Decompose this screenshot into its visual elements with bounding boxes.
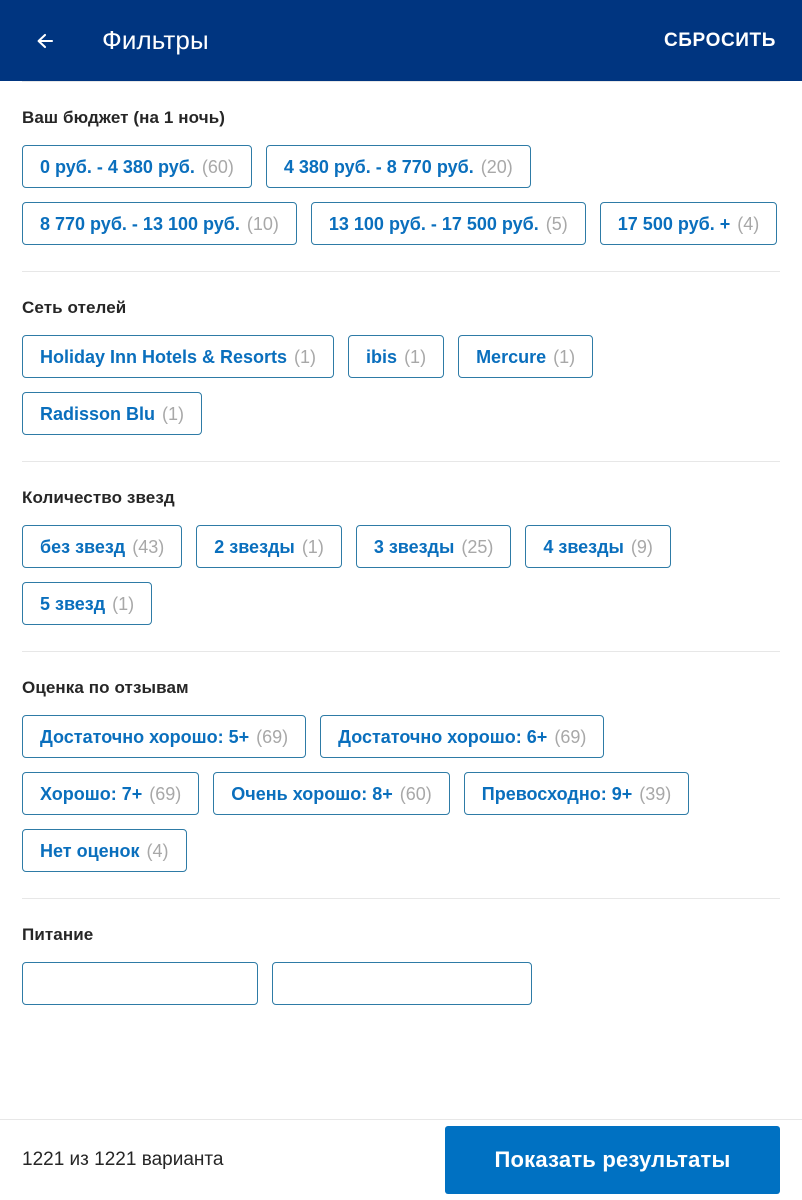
chip-count: (10) (246, 213, 279, 234)
chip-count: (1) (112, 593, 135, 614)
filter-chip[interactable]: 0 руб. - 4 380 руб. (60) (22, 145, 252, 188)
filter-section-budget: Ваш бюджет (на 1 ночь) 0 руб. - 4 380 руб… (0, 82, 802, 271)
show-results-button[interactable]: Показать результаты (445, 1126, 780, 1194)
filter-chip[interactable]: Превосходно: 9+ (39) (463, 772, 690, 815)
filter-section-stars: Количество звезд без звезд (43) 2 звезды (1)… (0, 462, 802, 651)
filter-chip[interactable]: Holiday Inn Hotels & Resorts (1) (22, 335, 335, 378)
filter-chip[interactable]: Хорошо: 7+ (69) (22, 772, 200, 815)
chip-label: Holiday Inn Hotels & Resorts (40, 346, 288, 367)
filter-chip[interactable]: 8 770 руб. - 13 100 руб. (10) (22, 202, 297, 245)
filter-chip[interactable]: 13 100 руб. - 17 500 руб. (5) (310, 202, 586, 245)
arrow-left-icon (32, 26, 62, 56)
chip-label: ibis (366, 346, 398, 367)
chip-count: (69) (554, 726, 587, 747)
chip-count: (43) (132, 536, 165, 557)
filter-sections: Ваш бюджет (на 1 ночь) 0 руб. - 4 380 руб… (0, 81, 802, 1005)
chip-count: (1) (553, 346, 576, 367)
chip-count: (1) (294, 346, 317, 367)
chip-label: Mercure (476, 346, 547, 367)
back-button[interactable] (26, 20, 68, 62)
filter-chip[interactable]: Нет оценок (4) (22, 829, 187, 872)
chip-count: (5) (545, 213, 568, 234)
chip-label: 4 звезды (543, 536, 624, 557)
section-title-meals: Питание (22, 925, 94, 944)
chip-group-meals (22, 962, 780, 1005)
section-title-stars: Количество звезд (22, 488, 175, 507)
chip-count: (60) (201, 156, 234, 177)
chip-count: (9) (630, 536, 653, 557)
chip-label: Radisson Blu (40, 403, 156, 424)
filter-chip[interactable]: 4 380 руб. - 8 770 руб. (20) (265, 145, 531, 188)
chip-group-budget: 0 руб. - 4 380 руб. (60) 4 380 руб. - 8 77… (22, 145, 780, 271)
filter-chip[interactable] (272, 962, 532, 1005)
chip-count: (4) (146, 840, 169, 861)
filter-section-review-score: Оценка по отзывам Достаточно хорошо: 5+ (6… (0, 652, 802, 898)
filter-chip[interactable]: без звезд (43) (22, 525, 183, 568)
chip-label: 8 770 руб. - 13 100 руб. (40, 213, 240, 234)
chip-count: (69) (149, 783, 182, 804)
filter-chip[interactable]: Mercure (1) (458, 335, 594, 378)
filter-chip[interactable]: 3 звезды (25) (355, 525, 512, 568)
filter-chip[interactable]: ibis (1) (348, 335, 445, 378)
bottom-action-bar: 1221 из 1221 варианта Показать результат… (0, 1119, 802, 1200)
app-header: Фильтры СБРОСИТЬ (0, 0, 802, 81)
section-title-review-score: Оценка по отзывам (22, 678, 189, 697)
chip-label: Нет оценок (40, 840, 140, 861)
chip-label: Превосходно: 9+ (481, 783, 633, 804)
chip-count: (1) (301, 536, 324, 557)
chip-group-hotel-chain: Holiday Inn Hotels & Resorts (1) ibis (1) Me… (22, 335, 780, 461)
chip-count: (60) (399, 783, 432, 804)
chip-count: (1) (404, 346, 427, 367)
chip-group-review-score: Достаточно хорошо: 5+ (69) Достаточно хоро… (22, 715, 780, 898)
chip-count: (25) (461, 536, 494, 557)
chip-count: (20) (480, 156, 513, 177)
chip-group-stars: без звезд (43) 2 звезды (1) 3 звезды (25) 4 зв… (22, 525, 780, 651)
chip-label: 3 звезды (373, 536, 455, 557)
chip-label: 2 звезды (214, 536, 295, 557)
filters-scroll-area[interactable]: Ваш бюджет (на 1 ночь) 0 руб. - 4 380 руб… (0, 81, 802, 1119)
filter-chip[interactable]: Очень хорошо: 8+ (60) (213, 772, 450, 815)
chip-label: Хорошо: 7+ (40, 783, 143, 804)
chip-label: Достаточно хорошо: 5+ (40, 726, 250, 747)
filter-chip[interactable]: 2 звезды (1) (196, 525, 342, 568)
reset-button[interactable]: СБРОСИТЬ (660, 22, 780, 60)
filter-chip[interactable]: Достаточно хорошо: 6+ (69) (320, 715, 605, 758)
filter-chip[interactable]: 17 500 руб. + (4) (599, 202, 778, 245)
filter-chip[interactable]: Radisson Blu (1) (22, 392, 203, 435)
filter-chip[interactable]: 5 звезд (1) (22, 582, 153, 625)
chip-count: (69) (256, 726, 289, 747)
filter-chip[interactable]: Достаточно хорошо: 5+ (69) (22, 715, 307, 758)
chip-count: (4) (737, 213, 760, 234)
filter-section-meals: Питание (0, 899, 802, 1005)
chip-count: (1) (162, 403, 185, 424)
chip-count: (39) (639, 783, 672, 804)
chip-label: 4 380 руб. - 8 770 руб. (283, 156, 474, 177)
filter-chip[interactable] (22, 962, 258, 1005)
filter-section-hotel-chain: Сеть отелей Holiday Inn Hotels & Resorts (… (0, 272, 802, 461)
results-count: 1221 из 1221 варианта (22, 1149, 224, 1170)
filter-chip[interactable]: 4 звезды (9) (525, 525, 671, 568)
chip-label: 17 500 руб. + (617, 213, 731, 234)
chip-label: 5 звезд (40, 593, 106, 614)
section-title-budget: Ваш бюджет (на 1 ночь) (22, 108, 226, 127)
chip-label: Очень хорошо: 8+ (231, 783, 393, 804)
chip-label: 0 руб. - 4 380 руб. (40, 156, 195, 177)
section-title-hotel-chain: Сеть отелей (22, 298, 127, 317)
chip-label: Достаточно хорошо: 6+ (338, 726, 548, 747)
chip-label: без звезд (40, 536, 126, 557)
page-title: Фильтры (102, 25, 209, 55)
chip-label: 13 100 руб. - 17 500 руб. (328, 213, 539, 234)
filters-screen: Фильтры СБРОСИТЬ Ваш бюджет (на 1 ночь) 0… (0, 0, 802, 1200)
